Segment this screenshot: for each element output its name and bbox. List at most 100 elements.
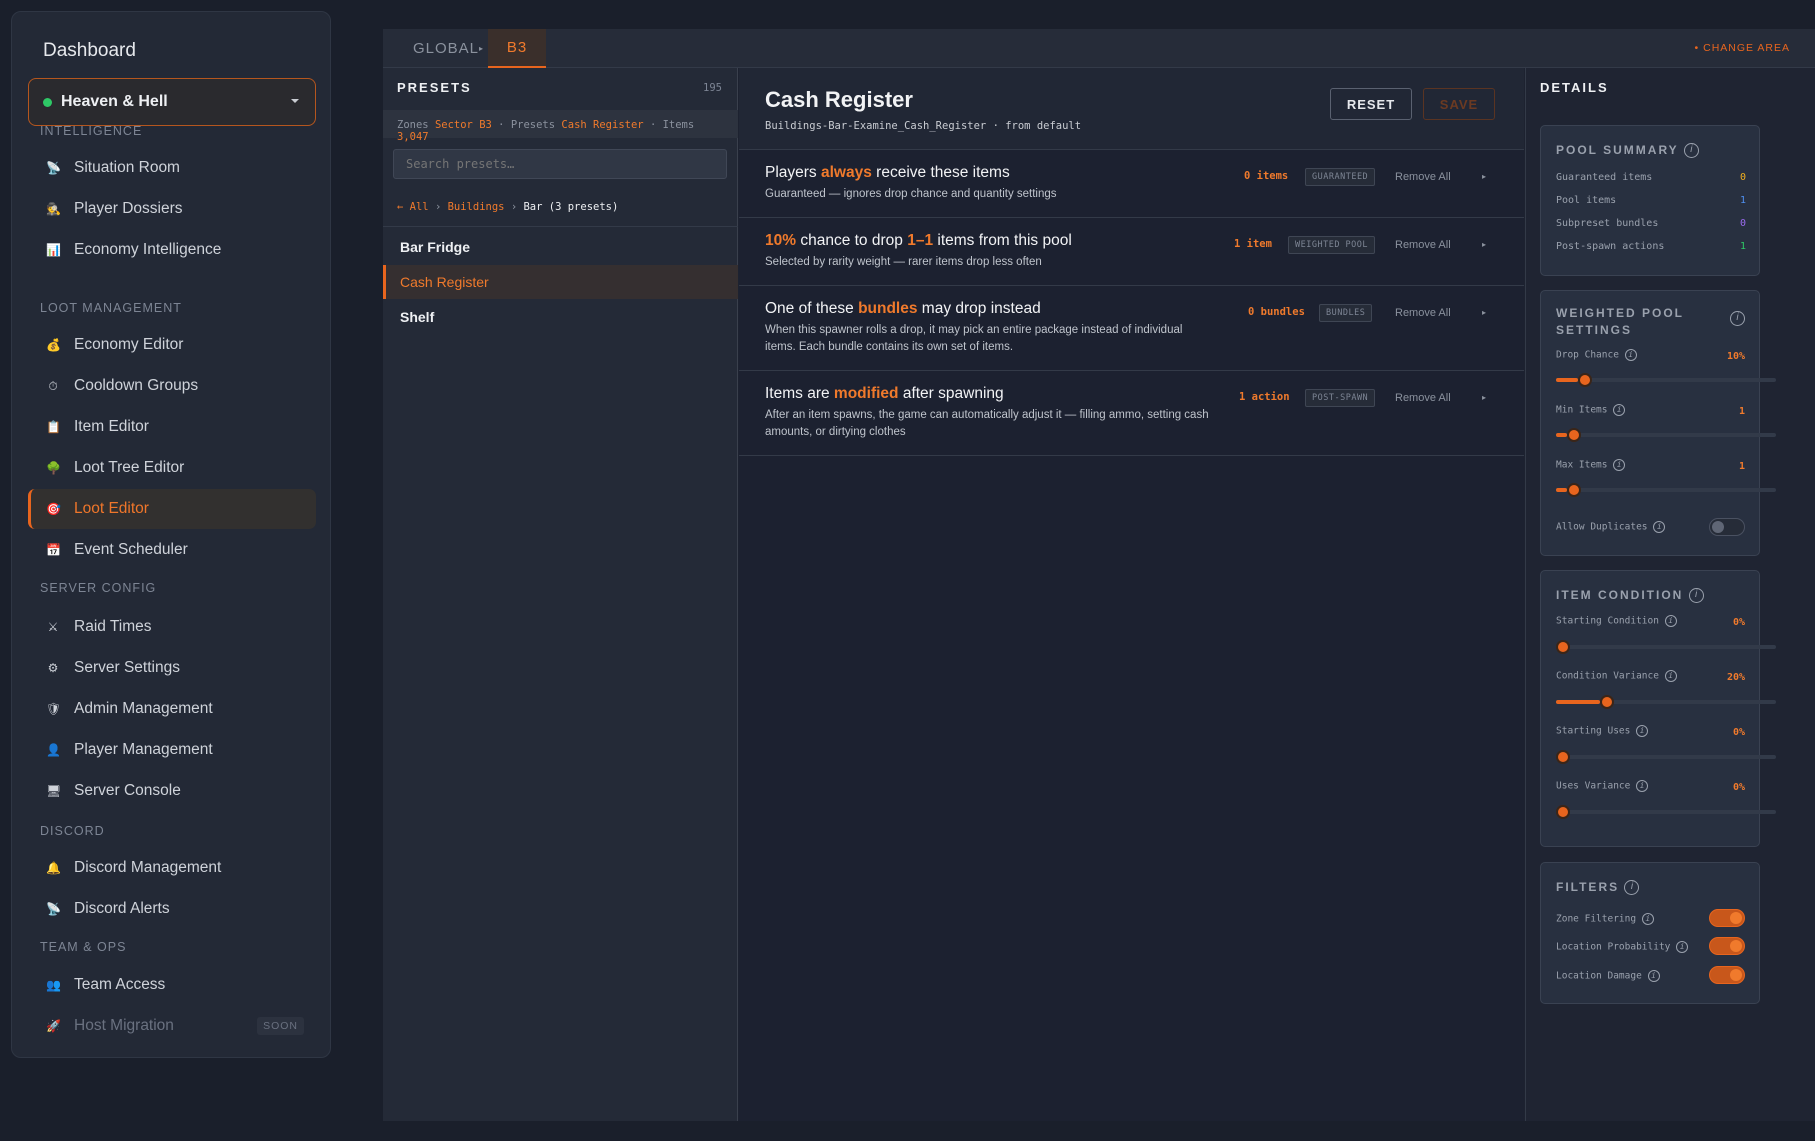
reset-button[interactable]: RESET [1330, 88, 1412, 120]
rule-title: One of these bundles may drop instead [765, 300, 1041, 318]
info-icon[interactable]: i [1647, 970, 1660, 982]
sidebar-title[interactable]: Dashboard [43, 40, 136, 62]
slider-handle[interactable] [1578, 373, 1592, 387]
separator: · [498, 119, 505, 131]
remove-all-button[interactable]: Remove All [1395, 239, 1451, 251]
drop-chance-label: Drop Chance i [1556, 349, 1637, 361]
sidebar-item-player-dossiers[interactable]: 🕵 Player Dossiers [28, 189, 316, 229]
info-icon[interactable]: i [1624, 880, 1640, 896]
breadcrumb-buildings[interactable]: Buildings [448, 201, 505, 213]
chevron-right-icon[interactable]: ▸ [1482, 240, 1486, 249]
section-server-config: SERVER CONFIG [40, 581, 157, 595]
info-icon[interactable]: i [1664, 615, 1677, 627]
tab-area-b3[interactable]: B3 [488, 29, 546, 68]
remove-all-button[interactable]: Remove All [1395, 392, 1451, 404]
info-icon[interactable]: i [1613, 404, 1626, 416]
rule-count: 0 items [1244, 170, 1289, 182]
sidebar-item-discord-management[interactable]: 🔔 Discord Management [28, 848, 316, 888]
divider [383, 226, 738, 227]
tab-global[interactable]: GLOBAL [413, 29, 479, 68]
summary-value: 0 [1739, 218, 1746, 229]
label-text: Uses Variance [1556, 780, 1631, 792]
info-icon[interactable]: i [1676, 941, 1689, 953]
condition-variance-label: Condition Variance i [1556, 670, 1677, 682]
starting-condition-slider[interactable] [1556, 640, 1776, 654]
calendar-icon: 📅 [46, 543, 61, 557]
info-icon[interactable]: i [1683, 143, 1699, 159]
info-icon[interactable]: i [1730, 311, 1745, 326]
rule-badge: GUARANTEED [1305, 168, 1376, 186]
slider-handle[interactable] [1567, 428, 1581, 442]
info-icon[interactable]: i [1613, 459, 1626, 471]
save-button[interactable]: SAVE [1423, 88, 1495, 120]
label-text: Min Items [1556, 404, 1608, 416]
min-items-slider[interactable] [1556, 428, 1776, 442]
sidebar-item-server-console[interactable]: 🖥 Server Console [28, 771, 316, 811]
remove-all-button[interactable]: Remove All [1395, 307, 1451, 319]
info-icon[interactable]: i [1636, 780, 1649, 792]
rule-post-spawn[interactable]: Items are modified after spawning After … [739, 371, 1524, 456]
breadcrumb-all[interactable]: ← All [397, 201, 429, 213]
slider-handle[interactable] [1600, 695, 1614, 709]
location-damage-toggle[interactable] [1709, 966, 1745, 984]
change-area-link[interactable]: • CHANGE AREA [1695, 42, 1790, 54]
slider-handle[interactable] [1556, 640, 1570, 654]
sidebar-item-event-scheduler[interactable]: 📅 Event Scheduler [28, 530, 316, 570]
items-label: Items [662, 119, 695, 131]
sidebar-item-label: Loot Tree Editor [74, 459, 185, 476]
sidebar-item-economy-intelligence[interactable]: 📊 Economy Intelligence [28, 230, 316, 270]
info-icon[interactable]: i [1688, 588, 1704, 604]
rule-bundles[interactable]: One of these bundles may drop instead Wh… [739, 286, 1524, 371]
info-icon[interactable]: i [1653, 521, 1666, 533]
sidebar-item-raid-times[interactable]: ⚔ Raid Times [28, 607, 316, 647]
remove-all-button[interactable]: Remove All [1395, 171, 1451, 183]
info-icon[interactable]: i [1664, 670, 1677, 682]
drop-chance-value: 10% [1726, 351, 1745, 362]
user-icon: 👤 [46, 743, 61, 757]
sidebar-item-server-settings[interactable]: ⚙ Server Settings [28, 648, 316, 688]
info-icon[interactable]: i [1636, 725, 1649, 737]
chevron-right-icon[interactable]: ▸ [1482, 393, 1486, 402]
chevron-right-icon[interactable]: ▸ [1482, 172, 1486, 181]
preset-item-cash-register[interactable]: Cash Register [383, 265, 738, 299]
sidebar-item-situation-room[interactable]: 📡 Situation Room [28, 148, 316, 188]
preset-item-shelf[interactable]: Shelf [383, 300, 738, 334]
sidebar-item-loot-tree-editor[interactable]: 🌳 Loot Tree Editor [28, 448, 316, 488]
rule-guaranteed[interactable]: Players always receive these items Guara… [739, 150, 1524, 218]
max-items-slider[interactable] [1556, 483, 1776, 497]
allow-duplicates-toggle[interactable] [1709, 518, 1745, 536]
summary-label: Pool items [1556, 195, 1617, 206]
info-icon[interactable]: i [1624, 349, 1637, 361]
condition-variance-slider[interactable] [1556, 695, 1776, 709]
sidebar-item-label: Discord Alerts [74, 900, 170, 917]
label-text: Zone Filtering [1556, 913, 1637, 925]
slider-handle[interactable] [1556, 750, 1570, 764]
info-icon[interactable]: i [1641, 913, 1654, 925]
presets-count: 195 [703, 82, 722, 94]
uses-variance-label: Uses Variance i [1556, 780, 1649, 792]
location-probability-toggle[interactable] [1709, 937, 1745, 955]
sidebar-item-cooldown-groups[interactable]: ⏱ Cooldown Groups [28, 366, 316, 406]
sidebar-item-team-access[interactable]: 👥 Team Access [28, 965, 316, 1005]
slider-handle[interactable] [1567, 483, 1581, 497]
search-presets-input[interactable] [393, 149, 727, 179]
sidebar-item-player-management[interactable]: 👤 Player Management [28, 730, 316, 770]
chevron-right-icon[interactable]: ▸ [1482, 308, 1486, 317]
sidebar-item-economy-editor[interactable]: 💰 Economy Editor [28, 325, 316, 365]
starting-uses-slider[interactable] [1556, 750, 1776, 764]
sidebar-item-loot-editor[interactable]: 🎯 Loot Editor [28, 489, 316, 529]
zone-filtering-toggle[interactable] [1709, 909, 1745, 927]
rule-description: Selected by rarity weight — rarer items … [765, 256, 1042, 268]
server-name: Heaven & Hell [61, 93, 168, 110]
server-selector[interactable]: Heaven & Hell [28, 78, 316, 126]
sidebar-item-discord-alerts[interactable]: 📡 Discord Alerts [28, 889, 316, 929]
sidebar-item-item-editor[interactable]: 📋 Item Editor [28, 407, 316, 447]
slider-handle[interactable] [1556, 805, 1570, 819]
uses-variance-slider[interactable] [1556, 805, 1776, 819]
preset-item-bar-fridge[interactable]: Bar Fridge [383, 230, 738, 264]
rule-badge: BUNDLES [1319, 304, 1373, 322]
drop-chance-slider[interactable] [1556, 373, 1776, 387]
sidebar-item-admin-management[interactable]: 🛡 Admin Management [28, 689, 316, 729]
rule-weighted-pool[interactable]: 10% chance to drop 1–1 items from this p… [739, 218, 1524, 286]
presets-context-bar: Zones Sector B3 · Presets Cash Register … [383, 110, 738, 143]
